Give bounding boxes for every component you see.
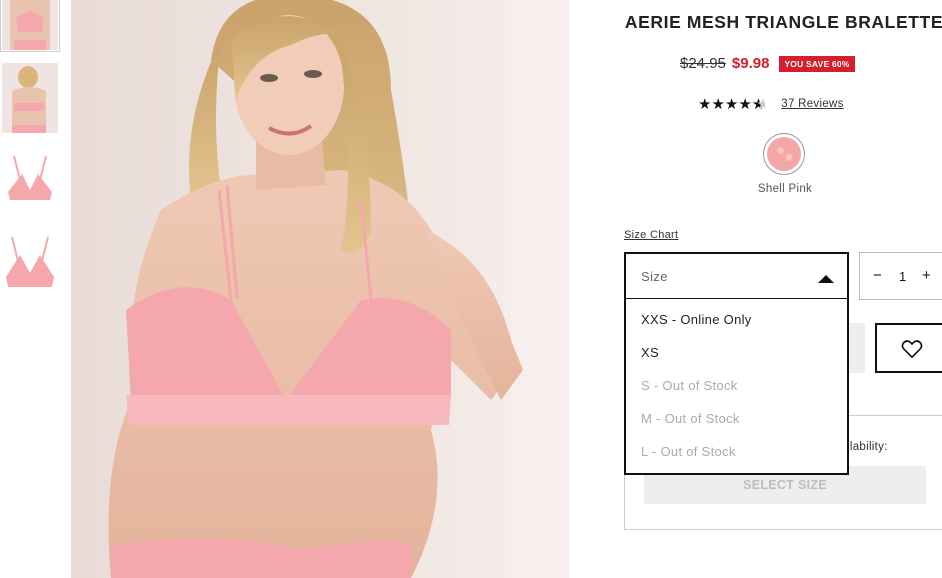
size-dropdown-menu: XXS - Online Only XS S - Out of Stock M …: [624, 299, 849, 475]
size-select[interactable]: Size: [624, 252, 849, 300]
quantity-decrease-button[interactable]: −: [873, 267, 882, 284]
heart-icon: [901, 340, 923, 358]
thumbnail-3[interactable]: [2, 146, 58, 216]
size-option-m[interactable]: M - Out of Stock: [641, 411, 740, 426]
size-option-s[interactable]: S - Out of Stock: [641, 378, 738, 393]
original-price: $24.95: [680, 55, 726, 72]
wishlist-button[interactable]: [875, 323, 942, 373]
quantity-increase-button[interactable]: +: [922, 267, 931, 284]
price-row: $24.95 $9.98 YOU SAVE 60%: [680, 55, 855, 72]
quantity-value: 1: [899, 269, 907, 284]
sale-price: $9.98: [731, 55, 770, 72]
thumbnail-2[interactable]: [2, 63, 58, 133]
size-option-xxs[interactable]: XXS - Online Only: [641, 312, 752, 327]
availability-label: ilability:: [847, 441, 888, 453]
quantity-stepper: − 1 +: [859, 252, 942, 300]
thumbnail-4[interactable]: [2, 229, 58, 299]
discount-badge: YOU SAVE 60%: [779, 55, 855, 72]
color-swatch-selected[interactable]: [763, 133, 805, 175]
star-rating-icon: ★★★★★ ★: [698, 96, 766, 113]
thumbnail-1[interactable]: [0, 0, 60, 52]
size-option-xs[interactable]: XS: [641, 345, 659, 360]
rating-row: ★★★★★ ★ 37 Reviews: [698, 95, 844, 113]
color-name: Shell Pink: [757, 183, 813, 195]
size-select-placeholder: Size: [641, 269, 668, 284]
reviews-link[interactable]: 37 Reviews: [781, 98, 843, 110]
size-chart-link[interactable]: Size Chart: [624, 229, 678, 241]
color-swatch-shell-pink: [767, 137, 801, 171]
caret-up-icon: [818, 275, 834, 283]
product-title: AERIE MESH TRIANGLE BRALETTE: [624, 12, 942, 32]
product-main-image[interactable]: [71, 0, 569, 578]
product-details-panel: AERIE MESH TRIANGLE BRALETTE $24.95 $9.9…: [600, 0, 942, 578]
size-option-l[interactable]: L - Out of Stock: [641, 444, 736, 459]
